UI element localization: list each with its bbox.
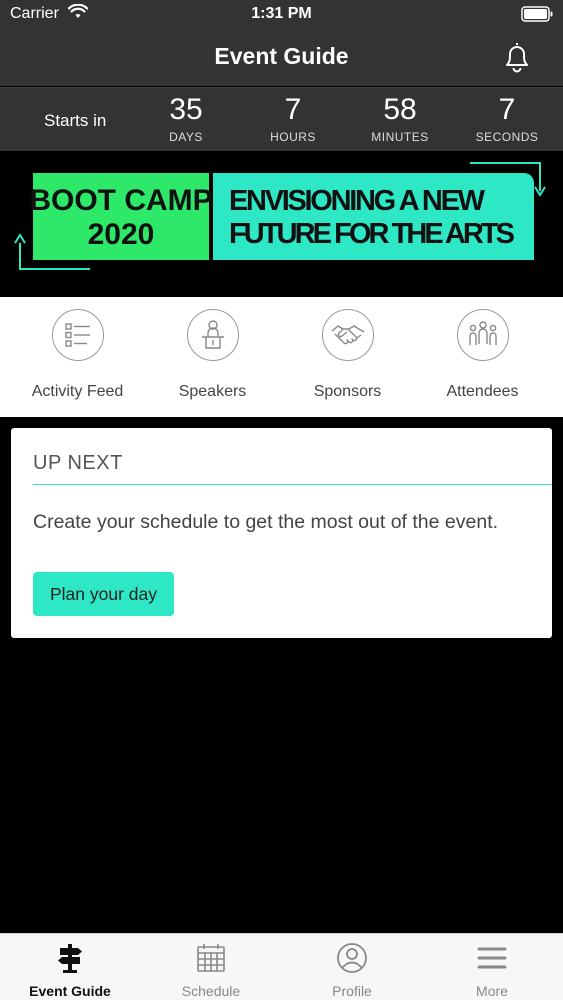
banner-right-line1: ENVISIONING A NEW (229, 185, 486, 217)
banner-graphic: BOOT CAMP 2020 ENVISIONING A NEW FUTURE … (14, 162, 546, 270)
tab-profile[interactable]: Profile (282, 942, 422, 999)
handshake-icon (321, 309, 374, 361)
countdown-caption: MINUTES (371, 130, 429, 144)
countdown-value: 7 (498, 93, 516, 126)
countdown-days: 35 DAYS (136, 93, 236, 145)
tab-schedule[interactable]: Schedule (141, 942, 281, 999)
tab-more[interactable]: More (422, 942, 562, 999)
tab-label: Schedule (181, 983, 241, 999)
event-banner[interactable]: BOOT CAMP 2020 ENVISIONING A NEW FUTURE … (0, 151, 563, 297)
banner-left-arrow-head (14, 233, 26, 244)
activity-feed-icon (51, 309, 104, 361)
tab-label: Event Guide (29, 983, 111, 999)
countdown-label: Starts in (44, 111, 107, 130)
countdown-hours: 7 HOURS (243, 93, 343, 145)
quick-link-activity-feed[interactable]: Activity Feed (10, 309, 145, 401)
countdown: Starts in 35 DAYS 7 HOURS 58 MINUTES 7 S… (0, 87, 563, 152)
quick-link-speakers[interactable]: Speakers (145, 309, 280, 401)
status-time: 1:31 PM (251, 5, 312, 22)
quick-link-label: Speakers (178, 383, 247, 400)
tab-label: More (476, 983, 508, 999)
profile-icon (336, 943, 368, 978)
countdown-caption: DAYS (169, 130, 203, 144)
attendees-icon (456, 309, 509, 361)
countdown-seconds: 7 SECONDS (457, 93, 557, 145)
quick-link-sponsors[interactable]: Sponsors (280, 309, 415, 401)
banner-right-line2: FUTURE FOR THE ARTS (229, 218, 515, 250)
plan-your-day-button[interactable]: Plan your day (33, 572, 174, 616)
banner-left-line1: BOOT CAMP (29, 184, 212, 217)
countdown-value: 7 (284, 93, 302, 126)
up-next-heading: UP NEXT (33, 452, 123, 474)
battery-icon (521, 6, 553, 27)
tab-event-guide[interactable]: Event Guide (0, 942, 140, 999)
quick-link-label: Sponsors (313, 383, 382, 400)
signpost-icon (56, 944, 84, 978)
countdown-caption: HOURS (270, 130, 316, 144)
bell-icon[interactable] (501, 40, 533, 79)
status-bar: Carrier 1:31 PM (0, 0, 563, 30)
nav-bar: Event Guide (0, 30, 563, 86)
quick-link-label: Activity Feed (31, 383, 124, 400)
speaker-icon (186, 309, 239, 361)
countdown-caption: SECONDS (475, 130, 539, 144)
up-next-card: UP NEXT Create your schedule to get the … (11, 428, 552, 638)
page-title: Event Guide (214, 43, 349, 69)
hamburger-menu-icon (477, 947, 507, 978)
quick-link-attendees[interactable]: Attendees (415, 309, 550, 401)
quick-links: Activity Feed Speakers Sponsors Attendee… (0, 297, 563, 417)
countdown-value: 35 (169, 93, 203, 126)
countdown-minutes: 58 MINUTES (350, 93, 450, 145)
quick-link-label: Attendees (446, 383, 519, 400)
up-next-divider (33, 484, 552, 485)
up-next-message: Create your schedule to get the most out… (33, 511, 499, 533)
calendar-icon (196, 944, 226, 978)
countdown-value: 58 (383, 93, 417, 126)
tab-bar: Event Guide Schedule Profile More (0, 933, 563, 1000)
banner-left-line2: 2020 (88, 218, 155, 251)
tab-label: Profile (332, 983, 372, 999)
